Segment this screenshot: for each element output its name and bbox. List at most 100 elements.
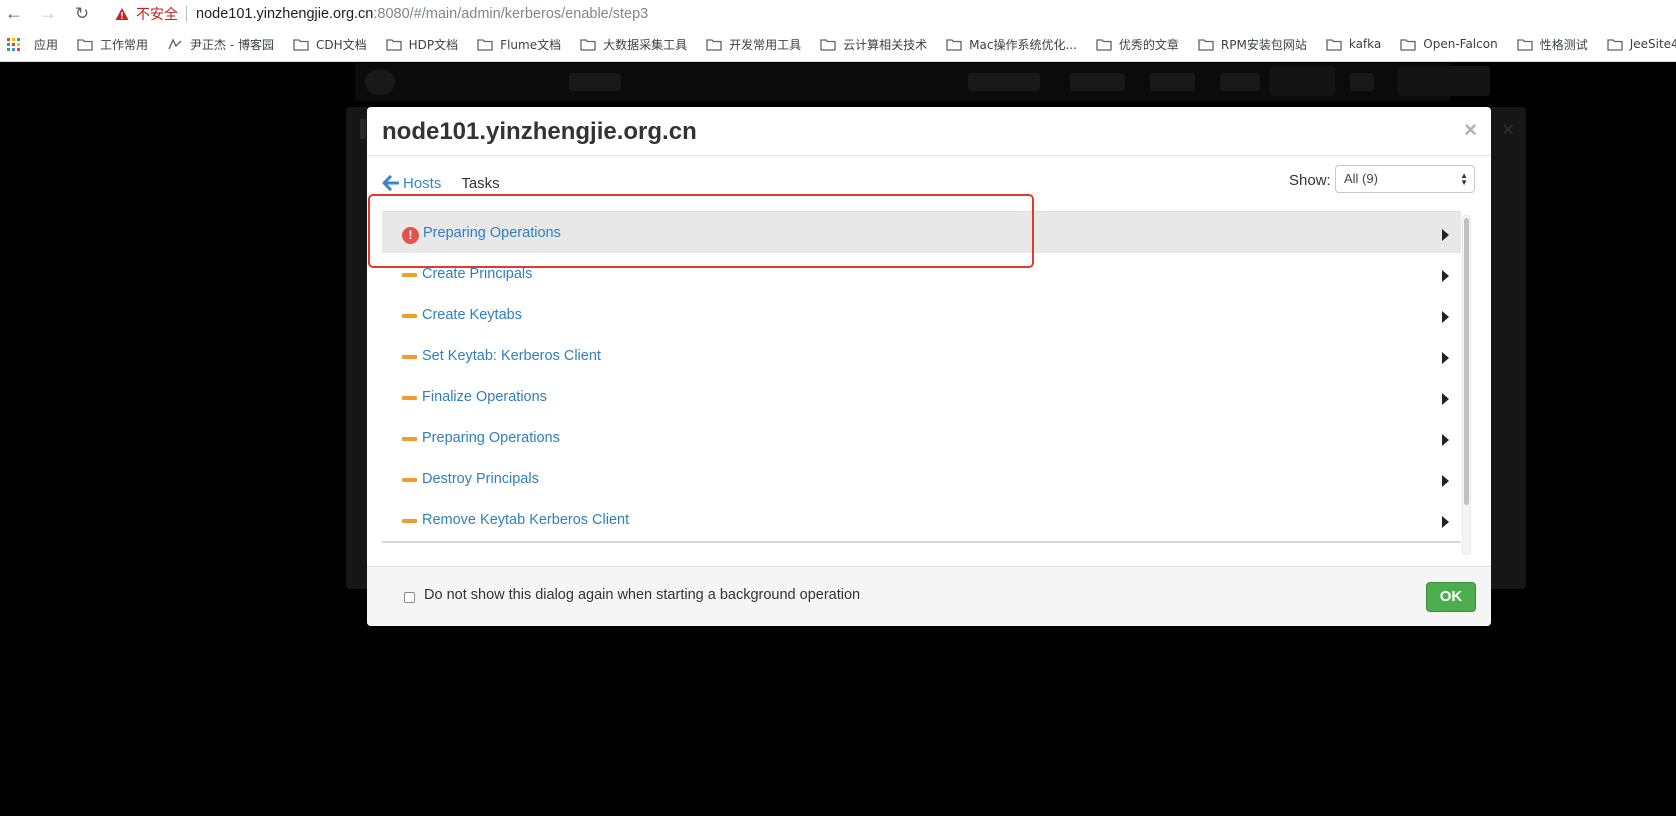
pending-dash-icon [402, 273, 417, 277]
folder-icon [293, 38, 309, 51]
browser-address-bar: ← → ↻ 不安全 node101.yinzhengjie.org.cn:808… [0, 0, 1676, 27]
folder-icon [1096, 38, 1112, 51]
bookmark-label: CDH文档 [316, 37, 367, 52]
caret-right-icon [1442, 434, 1449, 446]
ok-button[interactable]: OK [1426, 582, 1476, 612]
task-row[interactable]: Destroy Principals [382, 458, 1461, 502]
task-row[interactable]: Preparing Operations [382, 417, 1461, 461]
folder-icon [477, 38, 493, 51]
task-label[interactable]: Finalize Operations [422, 389, 547, 405]
bookmark-label: Mac操作系统优化... [969, 37, 1077, 52]
folder-icon [77, 38, 93, 51]
bookmark-folder[interactable]: 大数据采集工具 [580, 36, 687, 53]
bookmark-apps[interactable]: 应用 [7, 36, 58, 53]
ambari-nav-admin [1270, 66, 1335, 96]
task-label[interactable]: Preparing Operations [422, 430, 560, 446]
bookmark-label: 云计算相关技术 [843, 37, 928, 52]
task-row[interactable]: Finalize Operations [382, 376, 1461, 420]
task-label[interactable]: Destroy Principals [422, 471, 539, 487]
pending-dash-icon [402, 355, 417, 359]
bookmark-folder[interactable]: kafka [1326, 37, 1381, 51]
error-circle-icon: ! [402, 227, 419, 244]
bookmark-label: 开发常用工具 [729, 37, 802, 52]
bookmark-label: 优秀的文章 [1118, 37, 1179, 52]
bookmark-folder[interactable]: 开发常用工具 [706, 36, 801, 53]
ambari-grid-icon [1350, 73, 1374, 91]
task-row[interactable]: Set Keytab: Kerberos Client [382, 335, 1461, 379]
task-row[interactable]: Remove Keytab Kerberos Client [382, 499, 1461, 543]
scrollbar-thumb[interactable] [1464, 218, 1469, 505]
task-label[interactable]: Preparing Operations [423, 225, 561, 241]
bookmark-label: 应用 [34, 37, 59, 52]
bookmark-folder[interactable]: Mac操作系统优化... [946, 36, 1077, 53]
select-caret-icon: ▲ ▼ [1460, 171, 1468, 187]
url-path: :8080/#/main/admin/kerberos/enable/step3 [373, 5, 649, 22]
ambari-user-menu [1398, 66, 1490, 96]
ambari-ops-badge [569, 73, 621, 91]
pending-dash-icon [402, 478, 417, 482]
breadcrumb: Hosts Tasks [382, 172, 500, 194]
arrow-left-icon[interactable] [382, 175, 400, 191]
bookmark-label: JeeSite4.0 [1629, 37, 1676, 51]
back-arrow-icon[interactable]: ← [3, 3, 25, 25]
task-label[interactable]: Remove Keytab Kerberos Client [422, 512, 629, 528]
url-field[interactable]: node101.yinzhengjie.org.cn:8080/#/main/a… [196, 6, 648, 22]
bookmark-link[interactable]: 尹正杰 - 博客园 [167, 36, 274, 53]
pending-dash-icon [402, 519, 417, 523]
bookmark-label: 工作常用 [100, 37, 149, 52]
caret-right-icon [1442, 229, 1449, 241]
dont-show-again-label[interactable]: Do not show this dialog again when start… [424, 587, 860, 603]
folder-icon [946, 38, 962, 51]
task-row[interactable]: Create Principals [382, 253, 1461, 297]
caret-right-icon [1442, 516, 1449, 528]
bookmark-folder[interactable]: 云计算相关技术 [820, 36, 927, 53]
task-row[interactable]: ! Preparing Operations [382, 212, 1461, 256]
modal-title: node101.yinzhengjie.org.cn [382, 118, 697, 145]
folder-icon [1517, 38, 1533, 51]
bookmark-folder[interactable]: RPM安装包网站 [1198, 36, 1307, 53]
show-filter-value: All (9) [1344, 171, 1378, 186]
bookmark-folder[interactable]: CDH文档 [293, 36, 367, 53]
show-filter-select[interactable]: All (9) ▲ ▼ [1335, 165, 1475, 193]
folder-icon [1607, 38, 1623, 51]
pending-dash-icon [402, 396, 417, 400]
modal-footer: Do not show this dialog again when start… [367, 566, 1491, 626]
bookmark-folder[interactable]: 性格测试 [1517, 36, 1588, 53]
hosts-back-link[interactable]: Hosts [403, 175, 441, 192]
bookmark-label: 尹正杰 - 博客园 [190, 37, 274, 52]
bookmark-folder[interactable]: Flume文档 [477, 36, 561, 53]
url-host: node101.yinzhengjie.org.cn [196, 5, 374, 22]
bookmark-folder[interactable]: 优秀的文章 [1096, 36, 1179, 53]
close-icon[interactable]: × [1464, 117, 1477, 143]
url-separator [186, 5, 187, 22]
caret-right-icon [1442, 352, 1449, 364]
task-label[interactable]: Create Principals [422, 266, 532, 282]
task-label[interactable]: Create Keytabs [422, 307, 522, 323]
show-filter-label: Show: [1289, 172, 1331, 189]
task-row[interactable]: Create Keytabs [382, 294, 1461, 338]
ambari-nav-item [1070, 73, 1125, 91]
folder-icon [820, 38, 836, 51]
bookmark-folder[interactable]: HDP文档 [386, 36, 458, 53]
reload-icon[interactable]: ↻ [71, 3, 93, 25]
bookmark-label: Flume文档 [500, 37, 562, 52]
bookmark-folder[interactable]: Open-Falcon [1400, 37, 1498, 51]
caret-right-icon [1442, 475, 1449, 487]
blog-icon [168, 37, 182, 49]
bookmarks-bar: 应用 工作常用 尹正杰 - 博客园 CDH文档 HDP文档 Flume文档 大数… [0, 27, 1676, 62]
folder-icon [1326, 38, 1342, 51]
not-secure-label[interactable]: 不安全 [136, 4, 178, 24]
apps-grid-icon [7, 37, 20, 51]
bookmark-folder[interactable]: JeeSite4.0 [1607, 37, 1676, 51]
task-label[interactable]: Set Keytab: Kerberos Client [422, 348, 601, 364]
bookmark-folder[interactable]: 工作常用 [77, 36, 148, 53]
folder-icon [706, 38, 722, 51]
forward-arrow-icon[interactable]: → [37, 3, 59, 25]
folder-icon [386, 38, 402, 51]
close-icon: × [1502, 119, 1514, 141]
dont-show-again-checkbox[interactable] [404, 592, 415, 603]
caret-right-icon [1442, 393, 1449, 405]
modal-header: node101.yinzhengjie.org.cn × [367, 107, 1491, 156]
folder-icon [580, 38, 596, 51]
bookmark-label: RPM安装包网站 [1220, 37, 1307, 52]
